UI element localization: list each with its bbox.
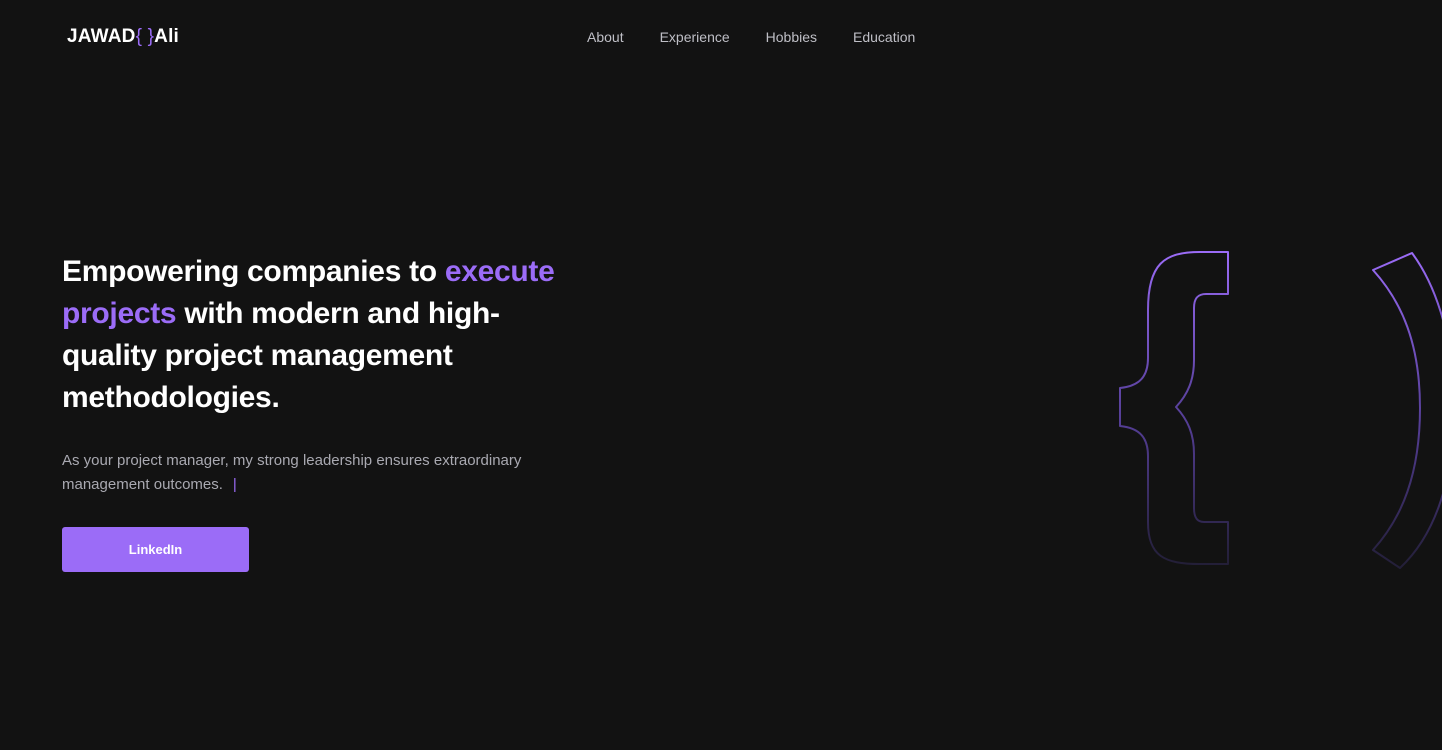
hero-subtitle: As your project manager, my strong leade… (62, 449, 532, 497)
nav-link-education[interactable]: Education (853, 29, 915, 46)
nav-link-experience[interactable]: Experience (660, 29, 730, 46)
right-brace-outline (1372, 252, 1442, 569)
subtitle-text: As your project manager, my strong leade… (62, 452, 522, 493)
logo-last-name: Ali (154, 26, 180, 47)
left-brace-outline (1119, 251, 1229, 565)
logo-braces: { } (135, 26, 155, 47)
logo-first-name: JAWAD (67, 26, 136, 47)
headline-text-start: Empowering companies to (62, 255, 445, 288)
linkedin-button[interactable]: LinkedIn (62, 527, 249, 572)
curly-braces-outline-icon (1119, 251, 1442, 569)
page: JAWAD{ }Ali About Experience Hobbies Edu… (0, 0, 1442, 750)
main-nav: About Experience Hobbies Education (587, 29, 915, 46)
hero-headline: Empowering companies to execute projects… (62, 251, 562, 419)
typing-cursor: | (232, 476, 237, 493)
site-logo[interactable]: JAWAD{ }Ali (67, 26, 179, 48)
nav-link-hobbies[interactable]: Hobbies (766, 29, 817, 46)
nav-link-about[interactable]: About (587, 29, 624, 46)
